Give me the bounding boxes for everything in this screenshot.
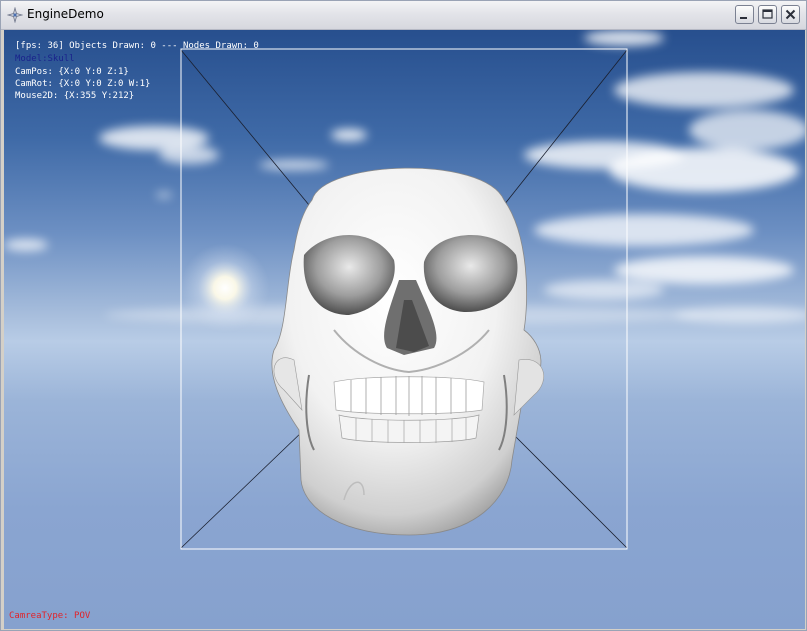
- minimize-button[interactable]: [735, 5, 754, 24]
- model-label: Model:Skull: [15, 54, 75, 64]
- camera-position: CamPos: {X:0 Y:0 Z:1}: [15, 67, 129, 77]
- scene-canvas: [4, 30, 805, 550]
- maximize-button[interactable]: [758, 5, 777, 24]
- mouse-position: Mouse2D: {X:355 Y:212}: [15, 91, 135, 101]
- app-icon[interactable]: [6, 6, 24, 24]
- camera-type: CamreaType: POV: [9, 611, 91, 621]
- minimize-icon: [740, 17, 747, 19]
- app-window: EngineDemo [fps: 36] Objects Drawn: 0 --…: [0, 0, 807, 631]
- close-icon: [785, 9, 796, 20]
- skull-model[interactable]: [271, 167, 544, 536]
- close-button[interactable]: [781, 5, 800, 24]
- maximize-icon: [762, 9, 773, 19]
- render-viewport[interactable]: [fps: 36] Objects Drawn: 0 --- Nodes Dra…: [4, 30, 805, 629]
- sun: [180, 243, 270, 333]
- camera-rotation: CamRot: {X:0 Y:0 Z:0 W:1}: [15, 79, 151, 89]
- window-title: EngineDemo: [27, 7, 104, 21]
- title-bar[interactable]: EngineDemo: [1, 1, 806, 30]
- fps-counter: [fps: 36] Objects Drawn: 0 --- Nodes Dra…: [15, 41, 259, 51]
